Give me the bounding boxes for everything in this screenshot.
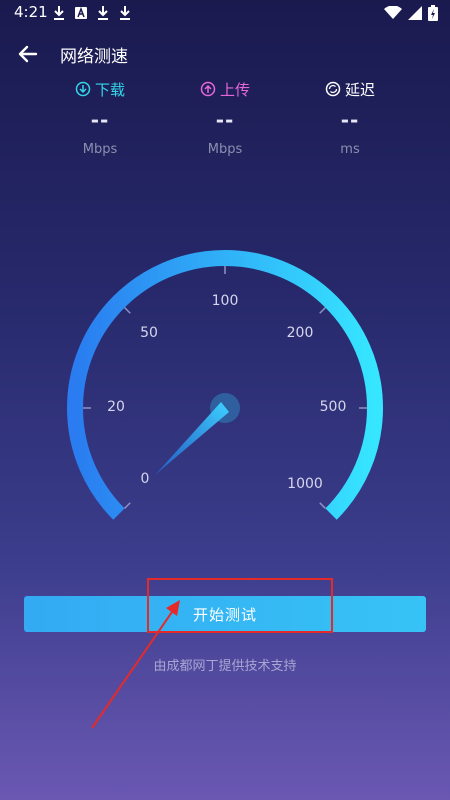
app-notification-icon	[75, 6, 87, 19]
back-button[interactable]	[14, 40, 42, 68]
download-notification-icon	[54, 6, 64, 20]
app-header: 网络测速	[0, 34, 450, 74]
metric-value: --	[90, 108, 110, 132]
start-test-button[interactable]: 开始测试	[24, 596, 426, 632]
download-notification-icon	[98, 6, 108, 20]
gauge-scale: 0 20 50 100 200 500 1000	[107, 293, 346, 492]
battery-icon	[428, 5, 438, 21]
page-title: 网络测速	[60, 47, 128, 67]
gauge-scale-label: 1000	[287, 476, 323, 492]
status-bar: 4:21	[0, 0, 450, 26]
metric-label: 延迟	[344, 80, 375, 99]
gauge-tick	[124, 502, 131, 509]
metric-value: --	[340, 108, 360, 132]
gauge-scale-label: 500	[320, 399, 347, 415]
upload-circle-icon	[200, 81, 216, 97]
download-notification-icon	[120, 6, 130, 20]
speed-gauge: 0 20 50 100 200 500 1000	[67, 250, 383, 520]
credit-text: 由成都网丁提供技术支持	[153, 659, 297, 674]
wifi-icon	[384, 6, 402, 19]
status-time: 4:21	[14, 3, 48, 21]
gauge-scale-label: 200	[287, 325, 314, 341]
latency-icon	[325, 81, 341, 97]
metric-unit: Mbps	[82, 142, 118, 157]
gauge-scale-label: 100	[212, 293, 239, 309]
gauge-scale-label: 20	[107, 399, 125, 415]
notification-icons	[52, 5, 132, 21]
download-circle-icon	[75, 81, 91, 97]
gauge-needle	[155, 402, 229, 475]
metric-label: 下载	[94, 80, 125, 99]
gauge-tick	[319, 502, 326, 509]
signal-icon	[408, 6, 422, 20]
metric-unit: Mbps	[207, 142, 243, 157]
metric-unit: ms	[340, 142, 360, 157]
gauge-tick	[124, 307, 131, 314]
metric-label: 上传	[219, 80, 250, 99]
gauge-scale-label: 0	[141, 471, 150, 487]
metric-download: 下载 -- Mbps	[40, 78, 160, 157]
metric-latency: 延迟 -- ms	[290, 78, 410, 157]
back-arrow-icon	[18, 45, 38, 63]
system-icons	[384, 5, 438, 21]
metric-value: --	[215, 108, 235, 132]
gauge-scale-label: 50	[140, 325, 158, 341]
metrics-panel: 下载 -- Mbps 上传 -- Mbps 延迟 -- ms	[0, 78, 450, 168]
gauge-tick	[319, 307, 326, 314]
metric-upload: 上传 -- Mbps	[165, 78, 285, 157]
